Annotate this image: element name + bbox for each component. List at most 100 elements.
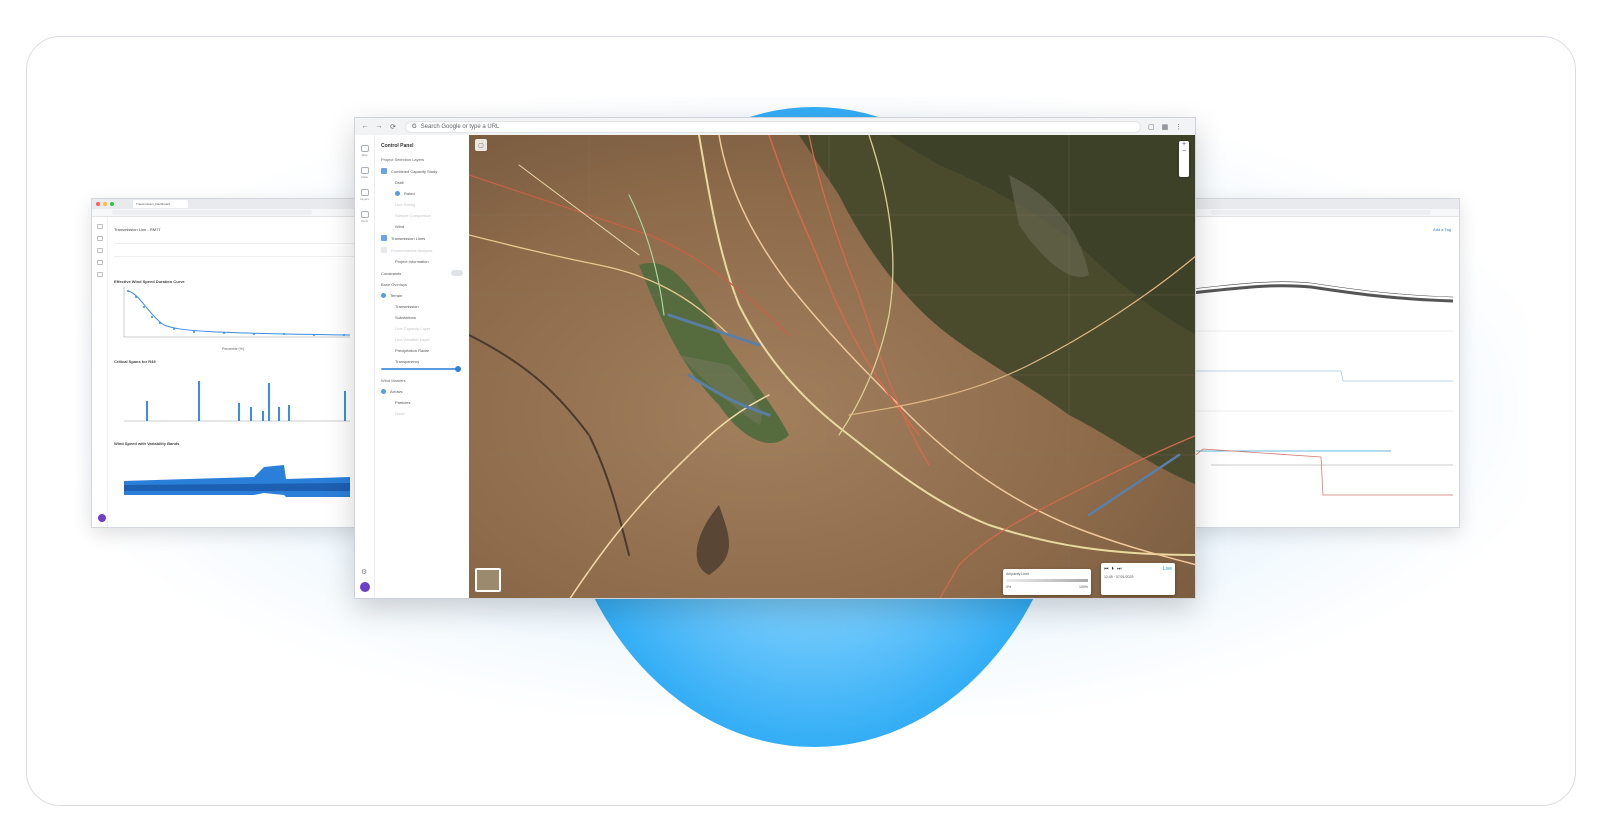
checkbox-icon[interactable] [381, 247, 387, 253]
right-dashboard-window: Add a Tag [1190, 198, 1460, 528]
layer-row[interactable]: Project Information [381, 259, 463, 264]
data-icon[interactable] [360, 167, 369, 174]
layer-row[interactable]: Transmission Lines [381, 235, 463, 241]
live-badge[interactable]: Live [1163, 566, 1172, 572]
browser-tab[interactable]: Transmission_Dashboard [133, 200, 188, 208]
checkbox-icon[interactable] [381, 235, 387, 241]
radio-icon[interactable] [395, 191, 400, 196]
transparency-slider[interactable] [381, 366, 461, 372]
time-readout: 12:45 · 07/01/2025 [1104, 575, 1134, 579]
play-icon[interactable]: ⏵ [1112, 566, 1115, 572]
forward-icon[interactable]: → [375, 123, 383, 130]
right-urlbar[interactable] [1191, 209, 1459, 217]
left-dashboard-window: Transmission_Dashboard Transmission Line… [91, 198, 361, 528]
wind-speed-bands-chart [124, 465, 350, 497]
chart2-title: Critical Spans for R49 [114, 359, 156, 364]
layer-row[interactable]: Wind [381, 224, 463, 229]
extensions-icon[interactable]: ▦ [1162, 123, 1169, 131]
back-icon[interactable]: ← [361, 123, 369, 130]
left-rail [92, 217, 108, 527]
wind-markers-heading: Wind Markers [381, 378, 406, 383]
toggle-switch[interactable] [451, 270, 463, 276]
browser-toolbar: ← → ⟳ G Search Google or type a URL ▢ ▦ … [355, 118, 1195, 135]
rail-caption-map: Map [361, 153, 368, 157]
map-icon[interactable] [96, 224, 103, 229]
zoom-in-button[interactable]: + [1182, 141, 1186, 148]
app-rail: Map Data Layers Tools ⚙ [355, 135, 375, 598]
zoom-control[interactable]: + − [1179, 141, 1189, 177]
dashboard-heading: Transmission Line - RM77 [114, 227, 161, 232]
layer-row[interactable]: Sample Comparison [381, 213, 463, 218]
time-controls[interactable]: ⏮ ⏵ ⏭ Live 12:45 · 07/01/2025 [1101, 563, 1175, 595]
layer-row[interactable]: Line Rating [381, 202, 463, 207]
layer-row[interactable]: Combined Capacity Study [381, 168, 463, 174]
user-avatar[interactable] [360, 582, 370, 592]
control-panel-title: Control Panel [381, 143, 414, 149]
wind-row[interactable]: Arrows [381, 389, 463, 394]
layers-toggle-button[interactable]: ▢ [475, 139, 487, 151]
forward-icon[interactable]: ⏭ [1117, 566, 1122, 572]
base-overlays-heading: Base Overlays [381, 282, 408, 287]
legend-bar [1006, 579, 1088, 582]
bookmark-icon[interactable]: ▢ [1148, 123, 1155, 131]
basemap-thumbnail[interactable] [475, 568, 501, 592]
layer-row[interactable]: Draft [381, 180, 463, 185]
add-tag-link[interactable]: Add a Tag [1433, 227, 1451, 232]
rail-caption-layers: Layers [359, 197, 369, 201]
control-panel: Control Panel Project Selection Layers C… [375, 135, 469, 598]
settings-gear-icon[interactable]: ⚙ [361, 568, 367, 576]
tools-icon[interactable] [96, 260, 103, 265]
radio-icon[interactable] [381, 389, 386, 394]
close-dot[interactable] [96, 202, 100, 206]
checkbox-icon[interactable] [381, 168, 387, 174]
layers-icon[interactable] [360, 189, 369, 196]
rail-caption-data: Data [361, 175, 368, 179]
layer-row[interactable]: Rated [381, 191, 463, 196]
maximize-dot[interactable] [110, 202, 114, 206]
main-browser-window: ← → ⟳ G Search Google or type a URL ▢ ▦ … [354, 117, 1196, 599]
right-tabbar [1191, 199, 1459, 209]
project-layers-heading: Project Selection Layers [381, 157, 425, 162]
duration-curve-chart [123, 287, 351, 338]
menu-icon[interactable]: ⋮ [1175, 123, 1182, 131]
legend-max: 100% [1079, 585, 1088, 589]
map-legend: Ampacity Limit 0% 100% [1003, 569, 1091, 595]
chart3-title: Wind Speed with Variability Bands [114, 441, 180, 446]
chart1-xlabel: Percentile (%) [222, 347, 244, 351]
left-urlbar[interactable] [92, 209, 360, 217]
overlay-row[interactable]: Substations [381, 315, 463, 320]
data-icon[interactable] [96, 236, 103, 241]
rail-caption-tools: Tools [360, 219, 368, 223]
overlay-row[interactable]: Line Capacity Layer [381, 326, 463, 331]
address-bar[interactable]: G Search Google or type a URL [405, 120, 1141, 133]
legend-title: Ampacity Limit [1006, 572, 1029, 576]
right-charts [1191, 281, 1454, 496]
critical-spans-chart [124, 381, 350, 422]
layer-row[interactable]: Environmental Analysis [381, 247, 463, 253]
chart1-title: Effective Wind Speed Duration Curve [114, 279, 185, 284]
overlay-row[interactable]: Precipitation Radar [381, 348, 463, 353]
map-canvas[interactable] [469, 135, 1195, 598]
rewind-icon[interactable]: ⏮ [1104, 566, 1109, 572]
overlay-row[interactable]: Line Weather Layer [381, 337, 463, 342]
legend-min: 0% [1006, 585, 1012, 589]
map-icon[interactable] [360, 145, 369, 152]
layers-icon[interactable] [96, 248, 103, 253]
slider-label: Transparency [395, 359, 420, 364]
wind-row[interactable]: None [381, 411, 463, 416]
minimize-dot[interactable] [103, 202, 107, 206]
address-placeholder: Search Google or type a URL [420, 123, 500, 130]
overlay-row[interactable]: Terrain [381, 293, 463, 298]
constraints-toggle-row[interactable]: Constraints [381, 270, 463, 276]
google-icon: G [412, 123, 417, 130]
zoom-out-button[interactable]: − [1182, 148, 1186, 155]
radio-icon[interactable] [381, 293, 386, 298]
satellite-map[interactable]: ▢ + − Ampacity Limit 0% 100% ⏮ ⏵ ⏭ Live … [469, 135, 1195, 598]
user-avatar[interactable] [98, 514, 106, 522]
overlay-row[interactable]: Transmission [381, 304, 463, 309]
wind-row[interactable]: Particles [381, 400, 463, 405]
reload-icon[interactable]: ⟳ [389, 123, 397, 131]
chart-icon[interactable] [96, 272, 103, 277]
tools-icon[interactable] [360, 211, 369, 218]
left-tabbar: Transmission_Dashboard [92, 199, 360, 209]
